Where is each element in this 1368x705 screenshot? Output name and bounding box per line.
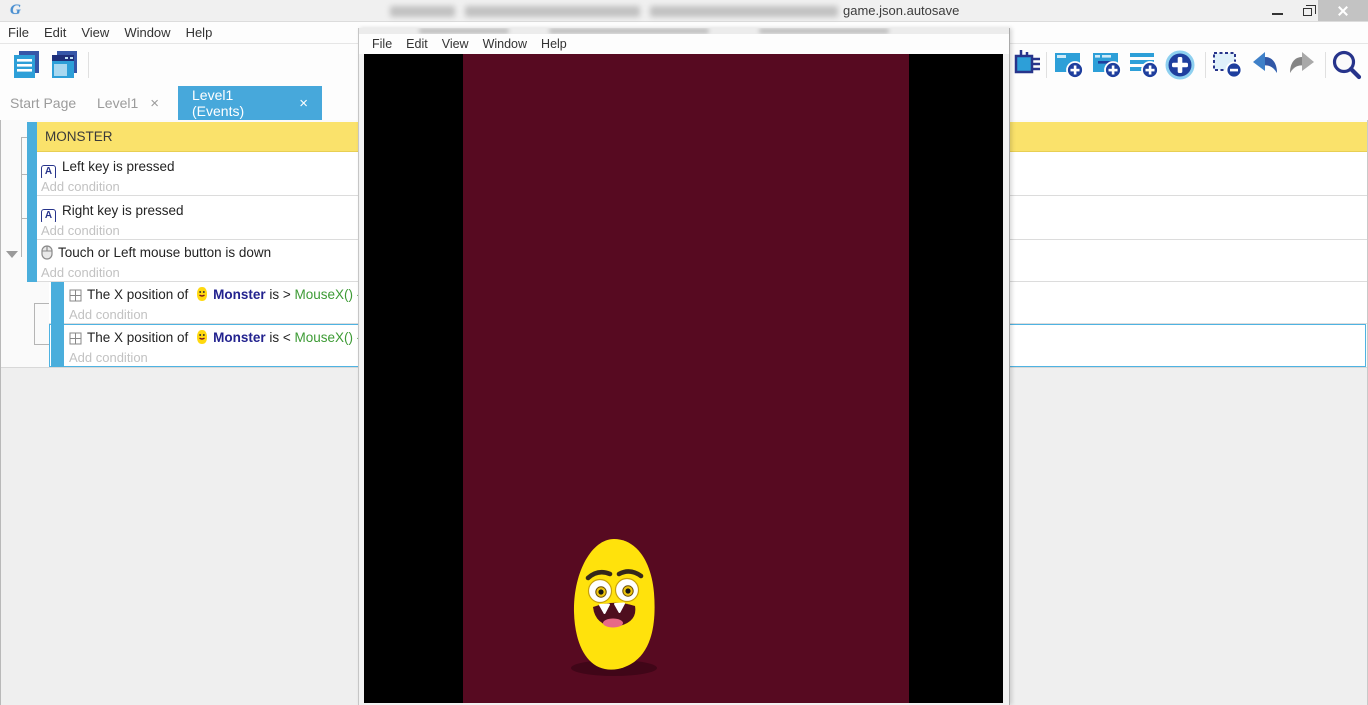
condition-text[interactable]: Left key is pressed (62, 159, 175, 174)
event-drag-handle[interactable] (27, 122, 37, 152)
minimize-button[interactable] (1262, 0, 1292, 21)
operator: < (283, 330, 291, 345)
remove-selection-icon (1211, 49, 1243, 81)
preview-menu-view[interactable]: View (442, 37, 469, 51)
object-name[interactable]: Monster (213, 287, 266, 302)
monster-thumbnail-icon (196, 286, 208, 302)
condition-text[interactable]: The X position of (87, 330, 188, 345)
toolbar-separator (1205, 52, 1206, 78)
redacted-title-text (759, 29, 889, 33)
search-icon (1330, 49, 1364, 83)
monster-thumbnail-icon (196, 329, 208, 345)
project-manager-button[interactable] (10, 49, 42, 81)
scene-editor-icon (48, 49, 80, 81)
close-button[interactable] (1318, 0, 1368, 21)
expression[interactable]: MouseX() - (295, 287, 362, 302)
remove-selection-button[interactable] (1211, 49, 1243, 81)
add-comment-button[interactable] (1128, 49, 1160, 81)
redo-icon (1286, 49, 1318, 81)
toolbar-separator (88, 52, 89, 78)
scene-editor-button[interactable] (48, 49, 80, 81)
restore-icon (1303, 8, 1312, 16)
tab-label: Level1 (Events) (192, 87, 287, 119)
tab-label: Start Page (10, 95, 76, 111)
comment-text: MONSTER (45, 122, 113, 152)
menu-edit[interactable]: Edit (44, 25, 66, 40)
preview-window: File Edit View Window Help (358, 28, 1010, 705)
preview-menu-window[interactable]: Window (483, 37, 527, 51)
debugger-button[interactable] (1011, 49, 1043, 81)
condition-text[interactable]: Touch or Left mouse button is down (58, 245, 271, 260)
redo-button[interactable] (1286, 49, 1318, 81)
close-icon (1337, 5, 1349, 17)
condition-text: is (269, 287, 279, 302)
add-new-button[interactable] (1163, 49, 1195, 81)
tab-label: Level1 (97, 95, 138, 111)
position-icon (69, 289, 82, 302)
redacted-title-text (650, 6, 838, 17)
add-event-icon (1053, 49, 1085, 81)
tab-close-icon[interactable]: × (299, 95, 308, 112)
minimize-icon (1272, 13, 1283, 15)
preview-menu-edit[interactable]: Edit (406, 37, 428, 51)
tab-close-icon[interactable]: × (150, 95, 159, 112)
menu-file[interactable]: File (8, 25, 29, 40)
condition-text[interactable]: Right key is pressed (62, 203, 184, 218)
game-canvas[interactable] (364, 54, 1003, 703)
object-name[interactable]: Monster (213, 330, 266, 345)
redacted-title-text (419, 29, 509, 33)
search-button[interactable] (1330, 49, 1362, 81)
undo-icon (1249, 49, 1281, 81)
position-icon (69, 332, 82, 345)
preview-menubar: File Edit View Window Help (359, 34, 1009, 54)
redacted-title-text (390, 6, 455, 17)
add-sub-event-icon (1091, 49, 1123, 81)
preview-menu-file[interactable]: File (372, 37, 392, 51)
add-event-button[interactable] (1053, 49, 1085, 81)
gdevelop-window: G game.json.autosave File Edit View Wind… (0, 0, 1368, 705)
tab-start-page[interactable]: Start Page (10, 86, 76, 120)
condition-text[interactable]: The X position of (87, 287, 188, 302)
menu-view[interactable]: View (81, 25, 109, 40)
menu-window[interactable]: Window (124, 25, 170, 40)
operator: > (283, 287, 291, 302)
redacted-title-text (549, 29, 709, 33)
undo-button[interactable] (1249, 49, 1281, 81)
condition-text: is (269, 330, 279, 345)
project-manager-icon (10, 49, 42, 81)
redacted-title-text (465, 6, 640, 17)
tab-level1-events[interactable]: Level1 (Events) × (178, 86, 322, 120)
add-sub-event-button[interactable] (1091, 49, 1123, 81)
title-bar: G game.json.autosave (0, 0, 1368, 22)
toolbar-separator (1325, 52, 1326, 78)
keyboard-key-icon: A (41, 209, 56, 222)
mouse-icon (41, 245, 53, 260)
add-new-icon (1163, 49, 1197, 83)
add-comment-icon (1128, 49, 1160, 81)
menu-help[interactable]: Help (186, 25, 213, 40)
monster-character (564, 536, 664, 678)
app-logo-icon: G (10, 2, 28, 20)
keyboard-key-icon: A (41, 165, 56, 178)
game-arena (463, 54, 909, 703)
preview-menu-help[interactable]: Help (541, 37, 567, 51)
debugger-icon (1011, 49, 1043, 81)
tab-level1[interactable]: Level1 × (97, 86, 159, 120)
window-title: game.json.autosave (843, 3, 959, 18)
expression[interactable]: MouseX() - (295, 330, 362, 345)
toolbar-separator (1046, 52, 1047, 78)
